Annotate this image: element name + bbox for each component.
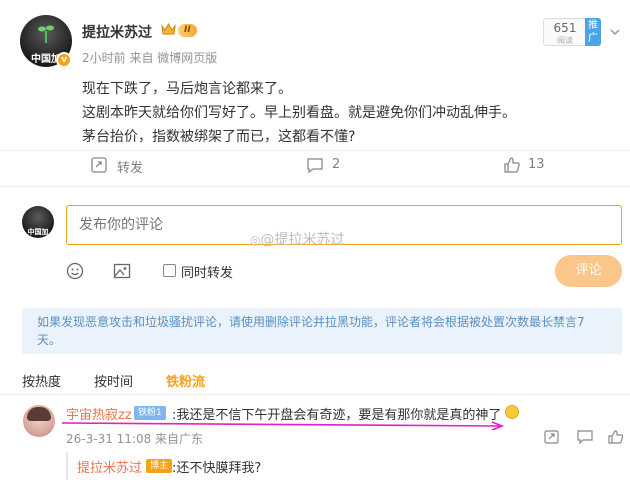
divider (0, 394, 630, 395)
author-name[interactable]: 提拉米苏过 (82, 22, 152, 42)
also-repost-label[interactable]: 同时转发 (181, 262, 233, 281)
post-text-line: 茅台抬价，指数被绑架了而已，这都看不懂? (82, 129, 356, 145)
sprout-icon (38, 25, 54, 43)
fan-badge[interactable]: 铁粉1 (134, 406, 166, 420)
divider (0, 186, 630, 187)
vip-level-badge[interactable]: II (178, 24, 197, 37)
post-meta: 2小时前 来自 微博网页版 (82, 51, 218, 65)
commenter-avatar[interactable] (23, 405, 55, 437)
crying-emoji-icon (505, 405, 519, 419)
comment-time: 26-3-31 11:08 来自广东 (66, 432, 204, 446)
verified-badge-icon: v (56, 52, 72, 68)
image-icon[interactable] (113, 262, 131, 280)
post-text-line: 现在下跌了，马后炮言论都来了。 (82, 81, 292, 97)
crown-icon (161, 23, 176, 35)
read-label: 阅读 (557, 36, 573, 45)
chevron-down-icon[interactable] (609, 26, 621, 38)
tab-hot[interactable]: 按热度 (22, 371, 61, 390)
tab-time[interactable]: 按时间 (94, 371, 133, 390)
weibo-icon: ◎ (250, 233, 261, 247)
like-icon[interactable] (503, 156, 521, 174)
comment-reply-icon[interactable] (577, 430, 593, 444)
comment-like-icon[interactable] (608, 430, 624, 444)
watermark: ◎@提拉米苏过 (250, 229, 344, 249)
repost-icon[interactable] (90, 156, 108, 174)
post-text-line: 这剧本昨天就给你们写好了。早上别看盘。就是避免你们冲动乱伸手。 (82, 105, 516, 121)
reply-indent-bar (66, 452, 68, 480)
tab-fans[interactable]: 铁粉流 (166, 371, 205, 390)
promote-button[interactable]: 推广 (585, 18, 601, 46)
avatar-caption: 中国加 (27, 228, 49, 236)
emoji-icon[interactable] (66, 262, 84, 280)
also-repost-checkbox[interactable] (163, 264, 176, 277)
annotation-underline (61, 421, 505, 430)
repost-label[interactable]: 转发 (117, 157, 143, 176)
submit-comment-button[interactable]: 评论 (555, 255, 622, 287)
comment-repost-icon[interactable] (544, 430, 560, 444)
comment-icon[interactable] (306, 156, 324, 174)
read-count: 651 (553, 21, 577, 35)
moderation-notice: 如果发现恶意攻击和垃圾骚扰评论，请使用删除评论并拉黑功能，评论者将会根据被处置次… (22, 308, 622, 354)
reply-text: :还不快膜拜我? (172, 461, 262, 476)
like-count[interactable]: 13 (528, 157, 545, 172)
reply-author[interactable]: 提拉米苏过 (77, 457, 142, 476)
watermark-text: @提拉米苏过 (260, 232, 345, 248)
comment-count[interactable]: 2 (332, 157, 340, 172)
divider (0, 150, 630, 151)
my-avatar[interactable]: 中国加 (22, 206, 54, 238)
blogger-badge: 博主 (146, 459, 173, 473)
